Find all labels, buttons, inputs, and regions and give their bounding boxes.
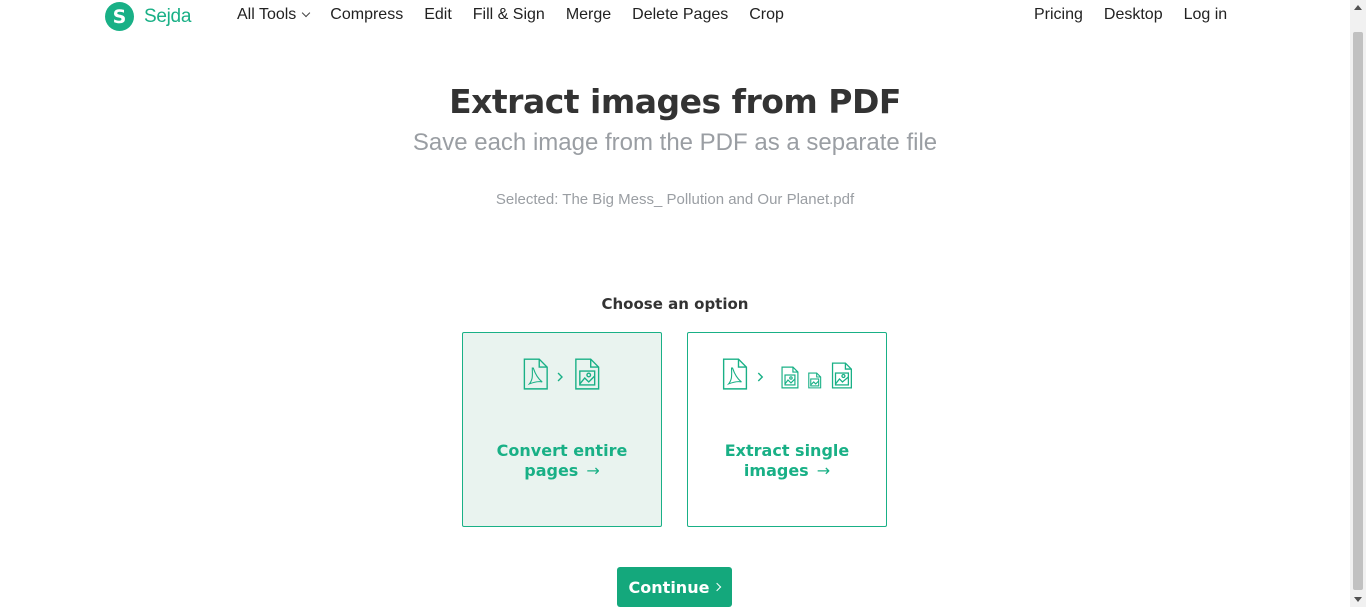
chevron-right-icon (557, 372, 563, 382)
selected-file: Selected: The Big Mess_ Pollution and Ou… (495, 191, 855, 208)
nav-login[interactable]: Log in (1184, 6, 1228, 24)
image-file-icon (808, 372, 822, 389)
chevron-right-icon (757, 372, 764, 382)
page-title: Extract images from PDF (449, 82, 901, 121)
convert-pages-illustration (523, 358, 600, 390)
extract-images-illustration (722, 358, 852, 390)
image-file-icon (831, 362, 852, 389)
image-file-icon (575, 358, 600, 390)
scroll-up-arrow-icon[interactable] (1354, 5, 1362, 10)
logo-mark-icon: S (105, 2, 134, 31)
scrollbar-thumb[interactable] (1353, 32, 1363, 590)
nav-delete-pages[interactable]: Delete Pages (632, 6, 728, 24)
option-convert-entire-pages[interactable]: Convert entire pages → (462, 332, 662, 527)
pdf-file-icon (523, 358, 548, 390)
top-navigation: S Sejda All Tools Compress Edit Fill & S… (0, 0, 1350, 34)
nav-all-tools[interactable]: All Tools (237, 6, 311, 24)
pdf-file-icon (722, 358, 748, 390)
logo-text: Sejda (144, 5, 192, 27)
option-extract-single-images[interactable]: Extract single images → (687, 332, 887, 527)
nav-desktop[interactable]: Desktop (1104, 6, 1163, 24)
chevron-right-icon (713, 582, 722, 592)
option-extract-label: Extract single images → (688, 441, 886, 481)
page-subtitle: Save each image from the PDF as a separa… (412, 129, 938, 156)
choose-option-heading: Choose an option (601, 295, 749, 313)
option-extract-label-line2: images (743, 461, 809, 480)
account-menu: Pricing Desktop Log in (1034, 6, 1248, 24)
nav-pricing[interactable]: Pricing (1034, 6, 1083, 24)
nav-merge[interactable]: Merge (566, 6, 611, 24)
nav-edit[interactable]: Edit (424, 6, 452, 24)
scroll-down-arrow-icon[interactable] (1354, 597, 1362, 602)
image-file-icon (781, 366, 799, 389)
vertical-scrollbar[interactable] (1350, 0, 1366, 607)
option-convert-label-line2: pages (524, 461, 579, 480)
nav-all-tools-label: All Tools (237, 6, 297, 23)
option-extract-label-line1: Extract single (724, 441, 850, 460)
option-convert-label: Convert entire pages → (463, 441, 661, 481)
option-convert-label-line1: Convert entire (496, 441, 628, 460)
continue-label: Continue (628, 577, 710, 597)
chevron-down-icon (302, 8, 311, 18)
main-menu: All Tools Compress Edit Fill & Sign Merg… (237, 6, 805, 24)
nav-crop[interactable]: Crop (749, 6, 784, 24)
nav-fill-sign[interactable]: Fill & Sign (473, 6, 545, 24)
continue-button[interactable]: Continue (617, 567, 732, 607)
arrow-right-icon: → (586, 461, 600, 480)
arrow-right-icon: → (816, 461, 831, 480)
nav-compress[interactable]: Compress (330, 6, 403, 24)
sejda-logo[interactable]: S Sejda (105, 2, 191, 31)
